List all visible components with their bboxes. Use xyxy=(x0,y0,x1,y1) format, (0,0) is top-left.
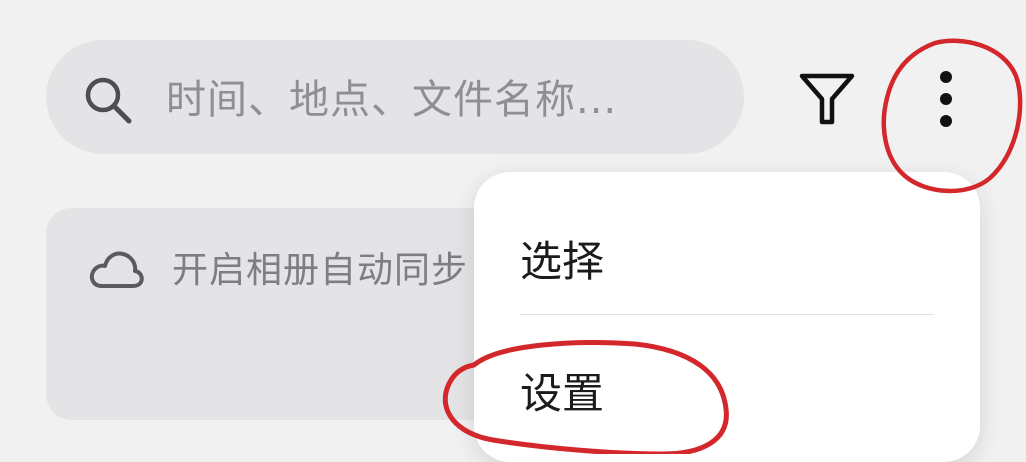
search-placeholder[interactable]: 时间、地点、文件名称... xyxy=(166,72,617,128)
more-vertical-icon xyxy=(940,93,952,105)
filter-icon xyxy=(799,73,855,125)
menu-item-label: 选择 xyxy=(520,237,605,286)
more-vertical-icon xyxy=(940,115,952,127)
sync-banner-text: 开启相册自动同步 xyxy=(172,250,469,291)
menu-item-settings[interactable]: 设置 xyxy=(474,344,980,444)
menu-item-select[interactable]: 选择 xyxy=(474,212,980,312)
menu-item-label: 设置 xyxy=(520,369,605,418)
cloud-icon xyxy=(86,244,144,294)
filter-button[interactable] xyxy=(792,64,862,134)
menu-divider xyxy=(520,314,934,315)
overflow-menu: 选择 设置 xyxy=(474,172,980,462)
more-vertical-icon xyxy=(940,71,952,83)
more-options-button[interactable] xyxy=(920,64,972,134)
search-icon xyxy=(82,74,134,126)
